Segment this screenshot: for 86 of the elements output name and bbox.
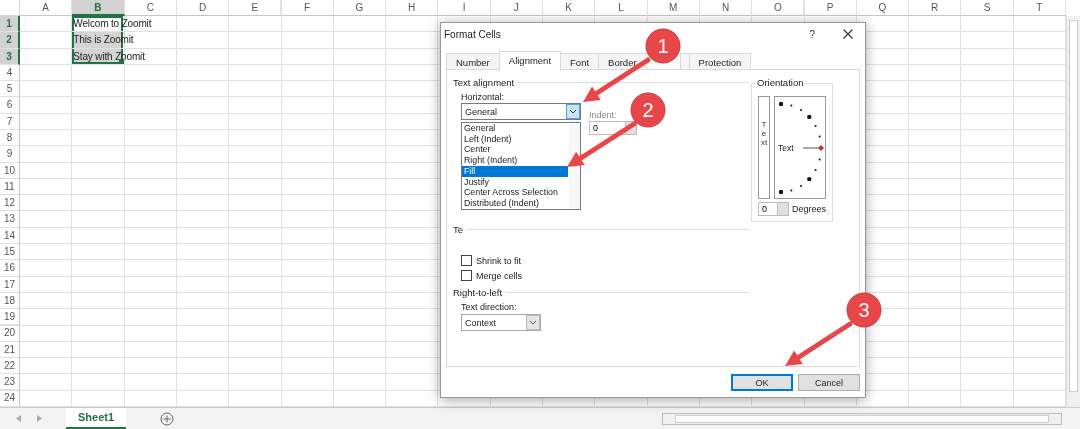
column-header[interactable]: T — [1013, 0, 1066, 16]
group-heading: Te — [453, 224, 464, 235]
row-header[interactable]: 22 — [0, 357, 20, 375]
column-header[interactable]: B — [72, 0, 125, 16]
vertical-scrollbar[interactable] — [1066, 16, 1080, 407]
row-header[interactable]: 23 — [0, 374, 20, 391]
dropdown-option[interactable]: Center — [462, 144, 568, 156]
row-header[interactable]: 16 — [0, 260, 20, 277]
dialog-button[interactable]: Cancel — [798, 374, 860, 391]
help-button[interactable]: ? — [809, 28, 815, 40]
group-heading: Right-to-left — [453, 287, 503, 298]
field-label: Indent: — [589, 110, 618, 120]
dialog-tab[interactable]: Alignment — [498, 51, 562, 71]
column-header[interactable]: P — [804, 0, 857, 16]
row-header[interactable]: 4 — [0, 64, 20, 82]
field-label: Text direction: — [461, 302, 518, 312]
annotation-arrow — [785, 321, 853, 366]
column-header[interactable]: D — [176, 0, 230, 16]
dialog-title: Format Cells — [444, 28, 501, 40]
dial-text: Text — [778, 143, 794, 153]
chevron-icon[interactable] — [566, 104, 580, 119]
dropdown-option[interactable]: Left (Indent) — [462, 133, 568, 145]
row-header[interactable]: 20 — [0, 325, 20, 342]
dropdown-option[interactable]: Distributed (Indent) — [462, 197, 568, 209]
row-header[interactable]: 5 — [0, 81, 20, 98]
row-header[interactable]: 19 — [0, 309, 20, 326]
dropdown-option[interactable]: Right (Indent) — [462, 155, 568, 166]
row-header[interactable]: 13 — [0, 211, 20, 228]
column-header[interactable]: H — [386, 0, 439, 16]
dropdown-option[interactable]: Fill — [462, 165, 568, 177]
group-heading: Text alignment — [453, 77, 515, 88]
column-header[interactable]: E — [229, 0, 282, 16]
step-marker: 3 — [846, 292, 882, 328]
field-label: Horizontal: — [461, 92, 506, 102]
column-header[interactable]: I — [438, 0, 491, 16]
column-header[interactable]: N — [699, 0, 753, 16]
field-label: Degrees — [791, 204, 826, 214]
vertical-text-option[interactable]: Text — [758, 96, 770, 199]
close-icon[interactable] — [843, 29, 853, 39]
row-header[interactable]: 7 — [0, 113, 20, 130]
row-header[interactable]: 2 — [0, 32, 20, 49]
dropdown-option[interactable]: Center Across Selection — [462, 187, 568, 198]
column-header[interactable]: G — [333, 0, 387, 16]
row-header[interactable]: 18 — [0, 292, 20, 310]
degrees-spinner[interactable]: 0 — [758, 202, 789, 216]
row-header[interactable]: 17 — [0, 276, 20, 293]
horizontal-scrollbar[interactable] — [662, 412, 1062, 425]
column-header[interactable]: R — [909, 0, 962, 16]
checkbox-label: Shrink to fit — [476, 255, 522, 266]
horizontal-dropdown[interactable]: General — [461, 103, 581, 120]
row-header[interactable]: 6 — [0, 97, 20, 114]
column-header[interactable]: F — [281, 0, 334, 16]
checkbox-label: Merge cells — [476, 270, 522, 281]
column-header[interactable]: J — [490, 0, 543, 16]
row-header[interactable]: 21 — [0, 341, 20, 358]
sheet-tab[interactable]: Sheet1 — [66, 408, 127, 429]
checkbox[interactable] — [461, 255, 472, 266]
dialog-button[interactable]: OK — [731, 374, 793, 391]
column-header[interactable]: O — [752, 0, 805, 16]
orientation-dial[interactable]: Text — [774, 96, 826, 199]
step-marker: 1 — [645, 28, 681, 64]
column-header[interactable]: Q — [856, 0, 910, 16]
column-header[interactable]: L — [595, 0, 648, 16]
chevron-icon[interactable] — [526, 315, 540, 330]
next-sheet-icon[interactable] — [37, 415, 42, 422]
group-heading: Orientation — [755, 77, 806, 88]
previous-sheet-icon[interactable] — [16, 415, 21, 422]
dropdown-option[interactable]: General — [462, 123, 568, 134]
row-header[interactable]: 8 — [0, 129, 20, 147]
annotation-arrow — [567, 121, 637, 167]
row-header[interactable]: 15 — [0, 243, 20, 261]
checkbox[interactable] — [461, 270, 472, 281]
row-header[interactable]: 24 — [0, 390, 20, 407]
row-header[interactable]: 9 — [0, 146, 20, 163]
column-header[interactable]: M — [647, 0, 700, 16]
row-header[interactable]: 10 — [0, 162, 20, 179]
step-marker: 2 — [630, 92, 666, 128]
column-header[interactable]: K — [542, 0, 596, 16]
row-header[interactable]: 14 — [0, 227, 20, 244]
dropdown-option[interactable]: Justify — [462, 176, 568, 188]
add-sheet-icon[interactable] — [160, 411, 175, 426]
row-header[interactable]: 1 — [0, 16, 20, 33]
row-header[interactable]: 12 — [0, 195, 20, 212]
column-header[interactable]: S — [961, 0, 1014, 16]
text-direction-dropdown[interactable]: Context — [461, 314, 541, 331]
row-header[interactable]: 11 — [0, 178, 20, 196]
